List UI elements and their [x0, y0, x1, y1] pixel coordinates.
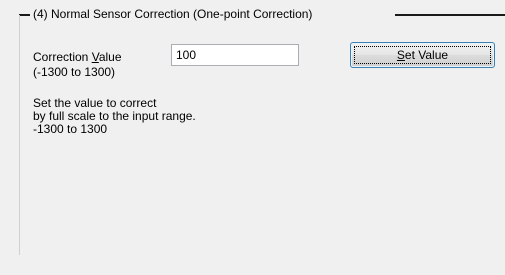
- set-value-button-label: et Value: [404, 48, 449, 62]
- mnemonic-s: S: [396, 48, 405, 62]
- group-box-title: (4) Normal Sensor Correction (One-point …: [33, 7, 313, 21]
- group-box-border-right: [395, 14, 505, 16]
- mnemonic-v: V: [91, 50, 99, 64]
- correction-value-label-text: Correction Value: [33, 50, 122, 64]
- sensor-correction-panel: (4) Normal Sensor Correction (One-point …: [0, 0, 505, 275]
- group-box-border-left: [19, 14, 30, 16]
- set-value-button[interactable]: Set Value: [350, 42, 495, 68]
- description-text: Set the value to correct by full scale t…: [33, 97, 196, 136]
- correction-value-input[interactable]: [171, 44, 299, 66]
- correction-value-label: Correction Value (-1300 to 1300): [33, 50, 122, 79]
- correction-value-range: (-1300 to 1300): [33, 65, 116, 79]
- group-box-edge: [19, 15, 20, 255]
- description-line-3: -1300 to 1300: [33, 122, 108, 136]
